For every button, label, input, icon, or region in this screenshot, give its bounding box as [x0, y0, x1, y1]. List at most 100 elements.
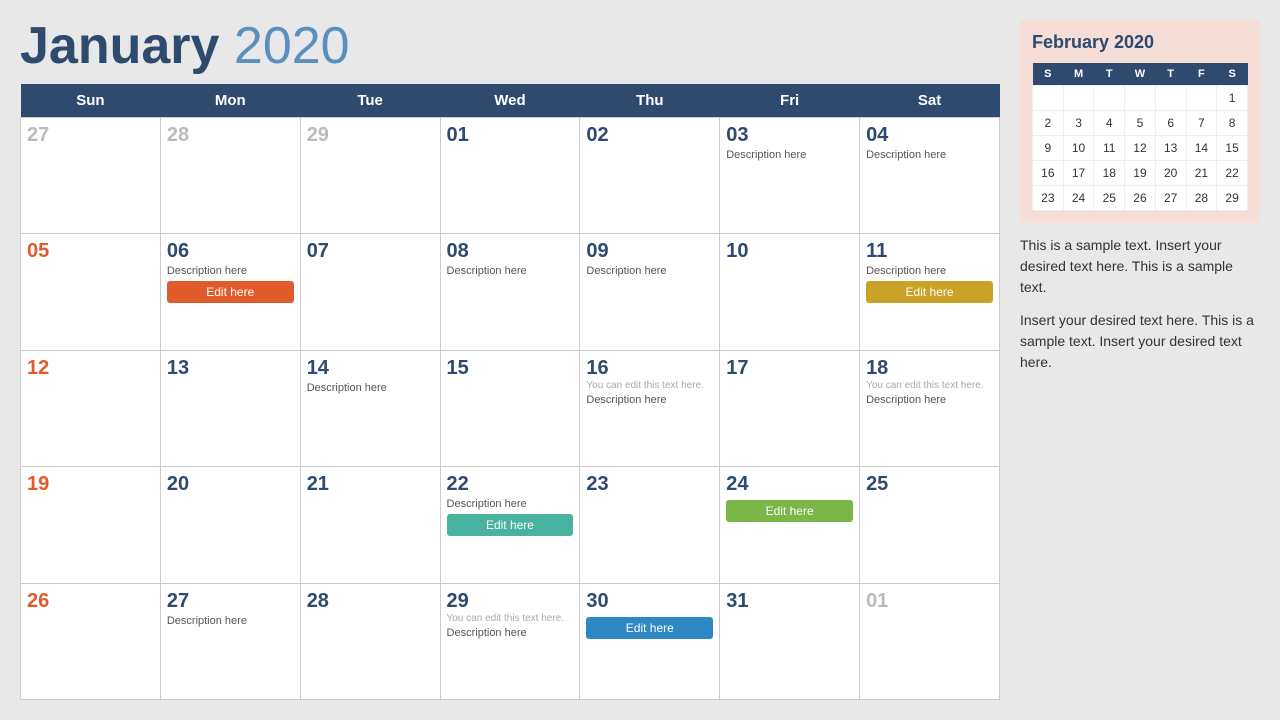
mini-day: 24	[1063, 186, 1094, 211]
day-number: 27	[27, 123, 154, 147]
year-label: 2020	[234, 17, 350, 75]
calendar-cell: 11Description hereEdit here	[860, 234, 1000, 350]
mini-day: 9	[1033, 136, 1064, 161]
mini-day: 27	[1155, 186, 1186, 211]
calendar-cell: 01	[440, 118, 580, 234]
day-number: 11	[866, 239, 993, 263]
main-calendar: SunMonTueWedThuFriSat 272829010203Descri…	[20, 84, 1000, 700]
calendar-cell: 29You can edit this text here. Descriptio…	[440, 583, 580, 699]
calendar-cell: 28	[300, 583, 440, 699]
mini-weekday-S: S	[1033, 63, 1064, 86]
day-number: 20	[167, 472, 294, 496]
calendar-cell: 23	[580, 467, 720, 583]
mini-day	[1094, 86, 1125, 111]
day-number: 01	[866, 589, 993, 613]
day-number: 13	[167, 356, 294, 380]
day-description: Description here	[167, 265, 294, 277]
day-description: Description here	[447, 627, 574, 639]
day-number: 19	[27, 472, 154, 496]
calendar-cell: 12	[21, 350, 161, 466]
day-number: 04	[866, 123, 993, 147]
calendar-cell: 05	[21, 234, 161, 350]
edit-button[interactable]: Edit here	[586, 617, 713, 639]
mini-day: 8	[1217, 111, 1248, 136]
day-description: Description here	[447, 498, 574, 510]
mini-day	[1033, 86, 1064, 111]
calendar-cell: 27	[21, 118, 161, 234]
day-number: 29	[447, 589, 574, 613]
mini-day: 26	[1125, 186, 1156, 211]
calendar-cell: 08Description here	[440, 234, 580, 350]
weekday-header-sat: Sat	[860, 84, 1000, 118]
month-label: January	[20, 17, 219, 75]
mini-day: 4	[1094, 111, 1125, 136]
day-number: 07	[307, 239, 434, 263]
weekday-header-thu: Thu	[580, 84, 720, 118]
sidebar: February 2020 SMTWTFS 123456789101112131…	[1020, 20, 1260, 700]
mini-day: 6	[1155, 111, 1186, 136]
calendar-cell: 01	[860, 583, 1000, 699]
mini-weekday-F: F	[1186, 63, 1217, 86]
day-number: 12	[27, 356, 154, 380]
mini-weekday-T: T	[1094, 63, 1125, 86]
day-description: Description here	[447, 265, 574, 277]
mini-week-3: 16171819202122	[1033, 161, 1248, 186]
calendar-cell: 26	[21, 583, 161, 699]
calendar-cell: 18You can edit this text here.Descriptio…	[860, 350, 1000, 466]
mini-day: 2	[1033, 111, 1064, 136]
day-number: 02	[586, 123, 713, 147]
day-number: 03	[726, 123, 853, 147]
day-number: 23	[586, 472, 713, 496]
edit-button[interactable]: Edit here	[447, 514, 574, 536]
weekday-header-mon: Mon	[160, 84, 300, 118]
calendar-cell: 16You can edit this text here.Descriptio…	[580, 350, 720, 466]
mini-weekday-W: W	[1125, 63, 1156, 86]
edit-button[interactable]: Edit here	[866, 281, 993, 303]
mini-day: 19	[1125, 161, 1156, 186]
day-number: 16	[586, 356, 713, 380]
calendar-cell: 10	[720, 234, 860, 350]
day-description: Description here	[586, 394, 713, 406]
calendar-cell: 14Description here	[300, 350, 440, 466]
day-hint: You can edit this text here.	[447, 613, 574, 625]
calendar-cell: 25	[860, 467, 1000, 583]
calendar-cell: 22Description hereEdit here	[440, 467, 580, 583]
day-number: 21	[307, 472, 434, 496]
weekday-header-fri: Fri	[720, 84, 860, 118]
calendar-cell: 04 Description here	[860, 118, 1000, 234]
mini-day	[1186, 86, 1217, 111]
mini-day	[1125, 86, 1156, 111]
day-number: 29	[307, 123, 434, 147]
calendar-cell: 24 Edit here	[720, 467, 860, 583]
mini-week-0: 1	[1033, 86, 1248, 111]
mini-weekday-T: T	[1155, 63, 1186, 86]
edit-button[interactable]: Edit here	[167, 281, 294, 303]
mini-day: 14	[1186, 136, 1217, 161]
day-description: Description here	[586, 265, 713, 277]
calendar-cell: 30Edit here	[580, 583, 720, 699]
day-number: 14	[307, 356, 434, 380]
calendar-cell: 03Description here	[720, 118, 860, 234]
sidebar-text-2: Insert your desired text here. This is a…	[1020, 310, 1260, 373]
edit-button[interactable]: Edit here	[726, 500, 853, 522]
mini-day: 5	[1125, 111, 1156, 136]
calendar-cell: 20	[160, 467, 300, 583]
sidebar-text: This is a sample text. Insert your desir…	[1020, 235, 1260, 385]
day-description: Description here	[866, 149, 993, 161]
mini-week-4: 23242526272829	[1033, 186, 1248, 211]
mini-day: 15	[1217, 136, 1248, 161]
day-number: 31	[726, 589, 853, 613]
day-number: 06	[167, 239, 294, 263]
mini-day: 11	[1094, 136, 1125, 161]
weekday-header-tue: Tue	[300, 84, 440, 118]
day-number: 15	[447, 356, 574, 380]
calendar-week-1: 05 06 Description here Edit here 0708Descrip…	[21, 234, 1000, 350]
day-number: 05	[27, 239, 154, 263]
day-number: 26	[27, 589, 154, 613]
day-number: 18	[866, 356, 993, 380]
day-number: 10	[726, 239, 853, 263]
mini-day: 18	[1094, 161, 1125, 186]
calendar-cell: 07	[300, 234, 440, 350]
day-number: 24	[726, 472, 853, 496]
mini-day: 28	[1186, 186, 1217, 211]
